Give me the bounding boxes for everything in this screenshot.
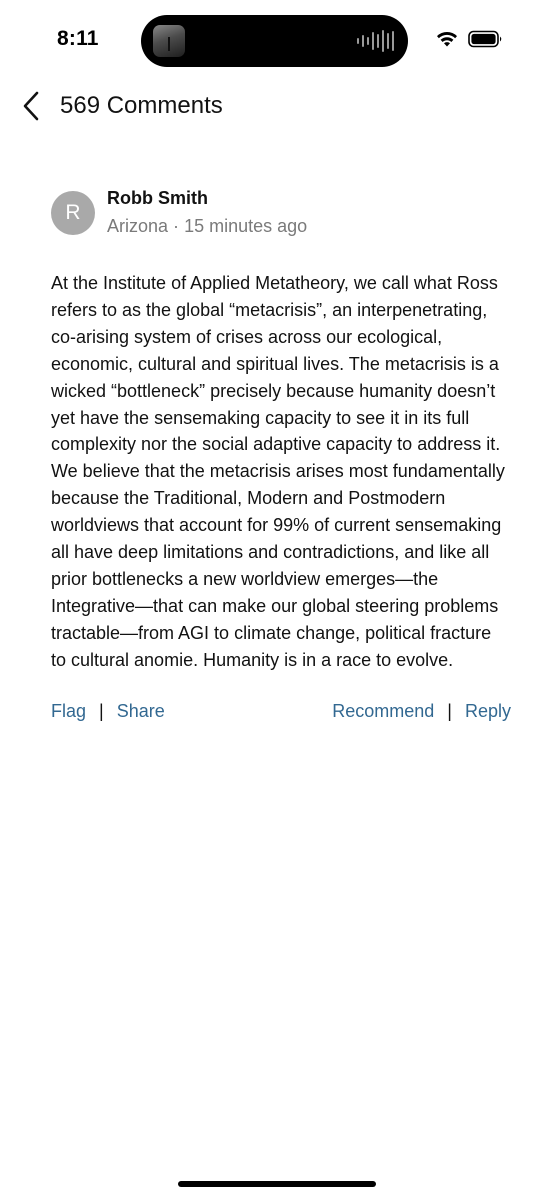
meta-separator: · <box>173 216 180 236</box>
location: Arizona <box>107 216 169 236</box>
status-icons <box>435 30 504 48</box>
page-title: 569 Comments <box>60 92 223 119</box>
comment-body: At the Institute of Applied Metatheory, … <box>51 273 505 670</box>
avatar[interactable]: R <box>51 191 95 235</box>
flag-button[interactable]: Flag <box>51 701 86 722</box>
dynamic-island[interactable] <box>141 15 408 67</box>
comment-actions: Flag | Share Recommend | Reply <box>51 701 511 722</box>
comment: R Robb Smith Arizona · 15 minutes ago At… <box>51 187 511 722</box>
album-art-icon <box>153 25 185 57</box>
status-time: 8:11 <box>57 27 99 50</box>
waveform-icon <box>357 30 394 52</box>
chevron-left-icon <box>23 91 39 121</box>
action-divider: | <box>99 700 104 721</box>
share-button[interactable]: Share <box>117 701 165 722</box>
screen: 8:11 569 Comments R Robb Smith Arizona ·… <box>0 0 554 1200</box>
actions-left: Flag | Share <box>51 701 165 722</box>
comment-header: R Robb Smith Arizona · 15 minutes ago <box>51 187 511 237</box>
comments-header: 569 Comments <box>22 88 223 124</box>
author-name[interactable]: Robb Smith <box>107 187 307 209</box>
action-divider: | <box>447 700 452 721</box>
home-indicator[interactable] <box>178 1181 376 1187</box>
reply-button[interactable]: Reply <box>465 701 511 722</box>
actions-right: Recommend | Reply <box>332 701 511 722</box>
comment-meta: Robb Smith Arizona · 15 minutes ago <box>107 187 307 237</box>
comment-subline: Arizona · 15 minutes ago <box>107 215 307 237</box>
wifi-icon <box>437 31 457 47</box>
back-button[interactable] <box>22 88 48 124</box>
recommend-button[interactable]: Recommend <box>332 701 434 722</box>
timestamp: 15 minutes ago <box>184 216 308 236</box>
battery-icon <box>468 30 502 48</box>
